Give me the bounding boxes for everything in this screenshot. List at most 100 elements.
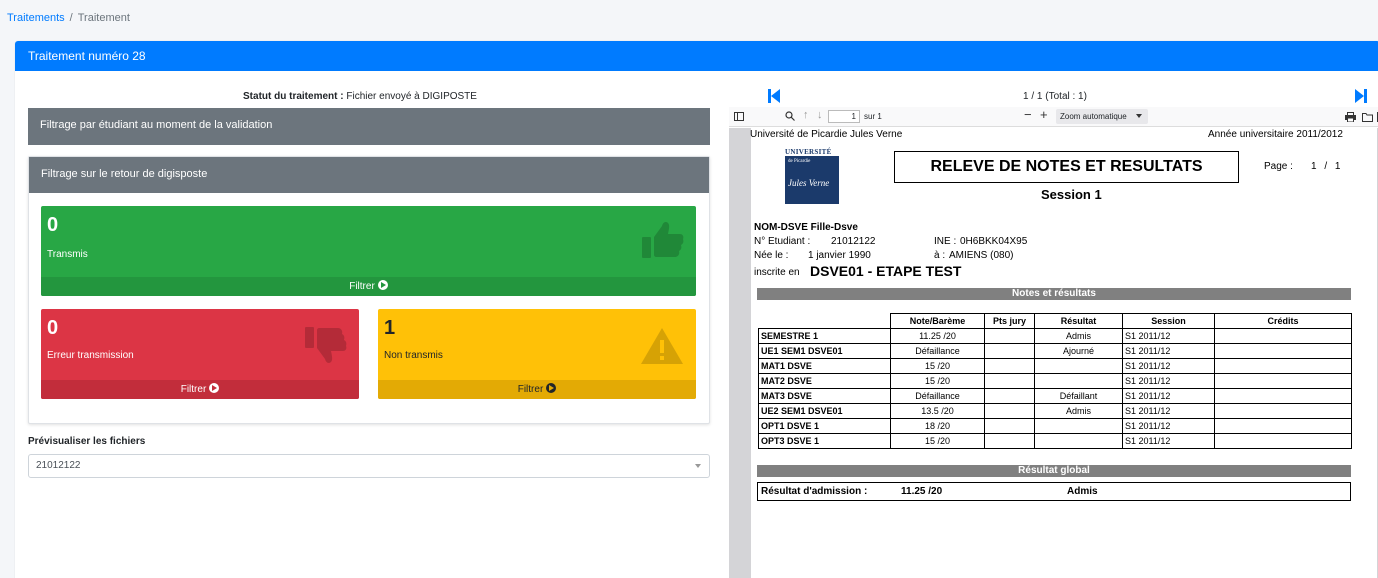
notes-table-cell: S1 2011/12 xyxy=(1122,358,1215,374)
logo-wordmark: UNIVERSITÉ xyxy=(785,148,832,156)
col-header: Crédits xyxy=(1214,313,1352,329)
arrow-up-icon[interactable]: ↑ xyxy=(803,109,809,121)
erreur-count: 0 xyxy=(47,317,59,339)
notes-table-cell xyxy=(1214,433,1352,449)
digiposte-filter-header[interactable]: Filtrage sur le retour de digisposte xyxy=(29,157,709,193)
sidebar-toggle-icon[interactable] xyxy=(734,112,744,121)
col-header: Note/Barème xyxy=(890,313,985,329)
non-transmis-filter-label: Filtrer xyxy=(517,384,544,395)
breadcrumb: Traitements / Traitement xyxy=(7,7,130,29)
notes-table-cell xyxy=(984,328,1035,344)
notes-table-cell: MAT2 DSVE xyxy=(758,373,891,389)
notes-table-cell xyxy=(1214,388,1352,404)
status-label: Statut du traitement : xyxy=(243,91,344,102)
pdf-page-input[interactable]: 1 xyxy=(828,110,860,123)
chevron-down-icon xyxy=(1136,114,1142,118)
notes-table-cell: S1 2011/12 xyxy=(1122,388,1215,404)
notes-table-cell: Défaillance xyxy=(890,343,985,359)
print-icon[interactable] xyxy=(1345,112,1356,122)
open-file-icon[interactable] xyxy=(1362,112,1373,122)
admission-result: Admis xyxy=(1067,486,1098,497)
doc-student-number: 21012122 xyxy=(831,236,876,247)
notes-table-cell: 15 /20 xyxy=(890,358,985,374)
col-header: Pts jury xyxy=(984,313,1035,329)
doc-session: Session 1 xyxy=(1041,187,1102,202)
pdf-page-counter: 1 / 1 (Total : 1) xyxy=(1023,91,1087,102)
admission-label: Résultat d'admission : xyxy=(761,486,868,497)
search-icon[interactable] xyxy=(785,111,795,121)
validation-filter-header[interactable]: Filtrage par étudiant au moment de la va… xyxy=(28,108,710,145)
notes-table-cell xyxy=(1214,418,1352,434)
notes-table-row: SEMESTRE 1 11.25 /20 Admis S1 2011/12 xyxy=(758,328,1352,344)
global-result-header: Résultat global xyxy=(757,465,1351,477)
zoom-in-icon[interactable]: + xyxy=(1040,107,1048,122)
notes-table-cell xyxy=(984,343,1035,359)
breadcrumb-link-traitements[interactable]: Traitements xyxy=(7,12,65,24)
doc-title: RELEVE DE NOTES ET RESULTATS xyxy=(894,151,1239,183)
transmis-filter-button[interactable]: Filtrer xyxy=(41,277,696,296)
arrow-right-circle-icon xyxy=(546,383,557,393)
notes-table-cell xyxy=(1214,358,1352,374)
warning-icon xyxy=(640,327,684,368)
breadcrumb-current: Traitement xyxy=(77,12,130,24)
notes-table-cell: OPT3 DSVE 1 xyxy=(758,433,891,449)
notes-table-cell xyxy=(984,388,1035,404)
doc-at-label: à : xyxy=(934,250,946,261)
transmis-box: 0 Transmis Filtrer xyxy=(41,206,696,296)
notes-table-cell: Admis xyxy=(1034,403,1123,419)
non-transmis-count: 1 xyxy=(384,317,396,339)
notes-table-cell xyxy=(1034,358,1123,374)
notes-table-cell: S1 2011/12 xyxy=(1122,373,1215,389)
erreur-filter-label: Filtrer xyxy=(180,384,207,395)
doc-at: AMIENS (080) xyxy=(949,250,1014,261)
doc-enrolled: DSVE01 - ETAPE TEST xyxy=(810,263,962,279)
pdf-toolbar: ↑ ↓ 1 sur 1 − + Zoom automatique xyxy=(729,107,1378,127)
card-title: Traitement numéro 28 xyxy=(15,41,1378,71)
thumbs-up-icon xyxy=(642,220,684,263)
pdf-page-total: sur 1 xyxy=(864,112,882,121)
notes-table-cell: OPT1 DSVE 1 xyxy=(758,418,891,434)
notes-section-header: Notes et résultats xyxy=(757,288,1351,300)
zoom-select-value: Zoom automatique xyxy=(1060,112,1127,121)
col-header xyxy=(758,313,891,329)
doc-ine-label: INE : xyxy=(934,236,957,247)
notes-table-cell xyxy=(984,358,1035,374)
notes-table-cell xyxy=(1034,418,1123,434)
admission-note: 11.25 /20 xyxy=(901,486,943,497)
admission-result-row: Résultat d'admission : 11.25 /20 Admis xyxy=(757,482,1351,501)
preview-files-label: Prévisualiser les fichiers xyxy=(28,436,146,447)
notes-table-row: MAT1 DSVE 15 /20 S1 2011/12 xyxy=(758,358,1352,374)
notes-table-cell xyxy=(1034,373,1123,389)
notes-table-cell xyxy=(984,403,1035,419)
notes-table-cell xyxy=(1214,403,1352,419)
pdf-viewer[interactable]: Université de Picardie Jules Verne Année… xyxy=(729,128,1378,578)
col-header: Résultat xyxy=(1034,313,1123,329)
treatment-status: Statut du traitement : Fichier envoyé à … xyxy=(15,91,705,102)
non-transmis-label: Non transmis xyxy=(384,350,443,361)
notes-table-cell: 18 /20 xyxy=(890,418,985,434)
doc-born-label: Née le : xyxy=(754,250,789,261)
notes-table-row: MAT2 DSVE 15 /20 S1 2011/12 xyxy=(758,373,1352,389)
notes-table-cell: 15 /20 xyxy=(890,373,985,389)
non-transmis-filter-button[interactable]: Filtrer xyxy=(378,380,696,399)
notes-table-cell: S1 2011/12 xyxy=(1122,403,1215,419)
arrow-right-circle-icon xyxy=(377,280,388,290)
notes-table-cell: S1 2011/12 xyxy=(1122,343,1215,359)
notes-table-cell xyxy=(984,418,1035,434)
zoom-select[interactable]: Zoom automatique xyxy=(1056,109,1148,124)
notes-table-cell: Défaillant xyxy=(1034,388,1123,404)
preview-selected-value: 21012122 xyxy=(36,460,81,471)
notes-table-cell: S1 2011/12 xyxy=(1122,418,1215,434)
last-page-icon[interactable] xyxy=(1355,89,1367,103)
erreur-filter-button[interactable]: Filtrer xyxy=(41,380,359,399)
zoom-out-icon[interactable]: − xyxy=(1024,107,1032,122)
notes-table-cell: Ajourné xyxy=(1034,343,1123,359)
notes-table-cell xyxy=(1214,328,1352,344)
notes-table-cell: 13.5 /20 xyxy=(890,403,985,419)
notes-table-cell: 11.25 /20 xyxy=(890,328,985,344)
transmis-count: 0 xyxy=(47,214,59,236)
doc-page-label: Page : xyxy=(1264,161,1293,172)
col-header: Session xyxy=(1122,313,1215,329)
arrow-down-icon[interactable]: ↓ xyxy=(817,109,823,121)
preview-file-select[interactable]: 21012122 xyxy=(28,454,710,478)
